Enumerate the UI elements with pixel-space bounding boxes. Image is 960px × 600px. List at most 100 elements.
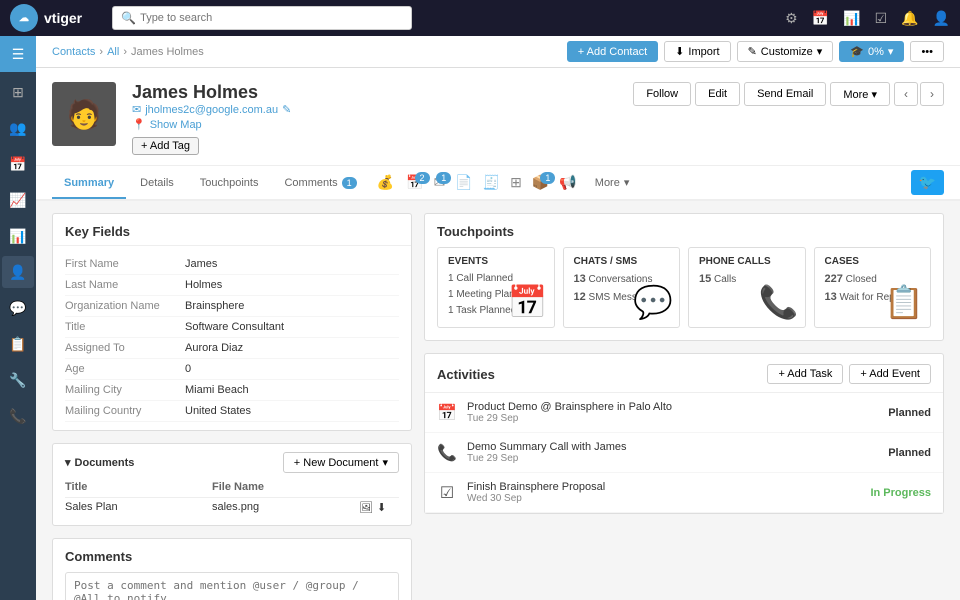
tp-chats-title: CHATS / SMS	[574, 256, 670, 267]
nav-arrows: ‹ ›	[894, 82, 944, 106]
twitter-button[interactable]: 🐦	[911, 170, 944, 195]
breadcrumb-all[interactable]: All	[107, 46, 119, 58]
dollar-icon[interactable]: 💰	[371, 166, 400, 199]
follow-button[interactable]: Follow	[633, 82, 691, 106]
sidebar-item-dashboard[interactable]: ⊞	[2, 76, 34, 108]
tp-cases-bg-icon: 📋	[884, 283, 924, 321]
field-label-firstname: First Name	[65, 258, 185, 270]
contact-action-buttons: Follow Edit Send Email More ▾ ‹ ›	[633, 82, 944, 106]
sidebar-item-reports[interactable]: 📊	[2, 220, 34, 252]
more-button[interactable]: More ▾	[830, 82, 890, 106]
document-tab-icon[interactable]: 📄	[451, 166, 476, 199]
prev-contact-button[interactable]: ‹	[894, 82, 918, 106]
add-tag-button[interactable]: + Add Tag	[132, 137, 199, 155]
calendar-tab-icon[interactable]: 📅 2	[402, 166, 427, 199]
app-logo: ☁ vtiger	[10, 4, 82, 32]
sidebar-item-home[interactable]: ☰	[0, 36, 36, 72]
edit-email-icon[interactable]: ✎	[282, 103, 291, 116]
tab-more[interactable]: More ▾	[583, 168, 642, 199]
contact-name: James Holmes	[132, 82, 617, 103]
contact-map-link[interactable]: 📍 Show Map	[132, 118, 617, 131]
add-contact-button[interactable]: + Add Contact	[567, 41, 658, 62]
contact-header: 🧑 James Holmes ✉ jholmes2c@google.com.au…	[36, 68, 960, 166]
more-dots-button[interactable]: •••	[910, 41, 944, 62]
field-label-title: Title	[65, 321, 185, 333]
top-navigation: ☁ vtiger 🔍 ⚙ 📅 📊 ☑ 🔔 👤	[0, 0, 960, 36]
tab-touchpoints[interactable]: Touchpoints	[188, 169, 271, 199]
field-assigned: Assigned To Aurora Diaz	[65, 338, 399, 359]
comments-section: Comments 📎 Attach Files 0 Post	[53, 539, 411, 600]
tab-details-label: Details	[140, 177, 174, 189]
next-contact-button[interactable]: ›	[920, 82, 944, 106]
sidebar-item-activities[interactable]: 📅	[2, 148, 34, 180]
sidebar-item-tools[interactable]: 🔧	[2, 364, 34, 396]
documents-title: Documents	[75, 457, 135, 469]
contact-info: James Holmes ✉ jholmes2c@google.com.au ✎…	[132, 82, 617, 155]
sidebar-item-chat[interactable]: 💬	[2, 292, 34, 324]
tab-details[interactable]: Details	[128, 169, 186, 199]
invoice-tab-icon[interactable]: 🧾	[479, 166, 504, 199]
documents-panel: ▾ Documents + New Document ▾ Title File …	[52, 443, 412, 526]
notifications-icon[interactable]: 🔔	[901, 10, 918, 27]
field-label-lastname: Last Name	[65, 279, 185, 291]
activity-info-3: Finish Brainsphere Proposal Wed 30 Sep	[467, 481, 860, 504]
activity-row-3: ☑ Finish Brainsphere Proposal Wed 30 Sep…	[425, 473, 943, 513]
sidebar-item-people[interactable]: 👤	[2, 256, 34, 288]
doc-download-icon[interactable]: ⬇	[377, 501, 386, 514]
add-event-button[interactable]: + Add Event	[849, 364, 931, 384]
sidebar-item-phone[interactable]: 📞	[2, 400, 34, 432]
customize-button[interactable]: ✎ Customize ▾	[737, 41, 834, 62]
field-value-firstname: James	[185, 258, 217, 270]
search-bar[interactable]: 🔍	[112, 6, 412, 30]
products-tab-icon[interactable]: 📦 1	[528, 166, 553, 199]
documents-toggle[interactable]: ▾ Documents	[65, 456, 134, 469]
calendar-icon[interactable]: 📅	[812, 10, 829, 27]
activities-title: Activities	[437, 367, 495, 382]
import-button[interactable]: ⬇ Import	[664, 41, 730, 62]
breadcrumb-sep1: ›	[99, 46, 103, 58]
breadcrumb-contacts[interactable]: Contacts	[52, 46, 95, 58]
doc-col-title-header: Title	[65, 481, 212, 493]
activity-status-1: Planned	[888, 407, 931, 419]
grid-tab-icon[interactable]: ⊞	[506, 166, 526, 199]
email-icon: ✉	[132, 103, 141, 116]
tab-comments[interactable]: Comments 1	[272, 169, 368, 199]
megaphone-tab-icon[interactable]: 📢	[555, 166, 580, 199]
new-doc-label: + New Document	[294, 457, 379, 469]
chevron-down-docs-icon: ▾	[65, 456, 71, 469]
send-email-button[interactable]: Send Email	[744, 82, 826, 106]
tp-events-bg-icon: 📅	[508, 283, 548, 321]
field-lastname: Last Name Holmes	[65, 275, 399, 296]
field-value-org: Brainsphere	[185, 300, 244, 312]
percentage-button[interactable]: 🎓 0% ▾	[839, 41, 904, 62]
activity-info-2: Demo Summary Call with James Tue 29 Sep	[467, 441, 878, 464]
field-country: Mailing Country United States	[65, 401, 399, 422]
email-value[interactable]: jholmes2c@google.com.au	[145, 104, 278, 116]
show-map-label: Show Map	[150, 119, 202, 131]
search-input[interactable]	[140, 12, 403, 24]
new-document-button[interactable]: + New Document ▾	[283, 452, 399, 473]
touchpoints-panel: Touchpoints EVENTS 1 Call Planned 1 Meet…	[424, 213, 944, 341]
settings-icon[interactable]: ⚙	[785, 10, 798, 27]
field-title: Title Software Consultant	[65, 317, 399, 338]
comment-textarea[interactable]	[65, 572, 399, 600]
profile-icon[interactable]: 👤	[933, 10, 950, 27]
chart-icon[interactable]: 📊	[843, 10, 860, 27]
add-task-button[interactable]: + Add Task	[767, 364, 843, 384]
right-column: Touchpoints EVENTS 1 Call Planned 1 Meet…	[424, 213, 944, 600]
tasks-icon[interactable]: ☑	[875, 10, 888, 27]
doc-image-icon[interactable]: 🖼	[359, 501, 373, 514]
percentage-value: 0%	[868, 46, 884, 58]
sidebar-item-analytics[interactable]: 📈	[2, 184, 34, 216]
edit-button[interactable]: Edit	[695, 82, 740, 106]
tp-chats-bg-icon: 💬	[633, 283, 673, 321]
tab-summary[interactable]: Summary	[52, 169, 126, 199]
sidebar-item-contacts[interactable]: 👥	[2, 112, 34, 144]
activity-name-2: Demo Summary Call with James	[467, 441, 878, 453]
email-tab-icon[interactable]: ✉ 1	[430, 166, 450, 199]
activity-row-2: 📞 Demo Summary Call with James Tue 29 Se…	[425, 433, 943, 473]
import-icon: ⬇	[675, 45, 684, 58]
activity-date-2: Tue 29 Sep	[467, 453, 878, 464]
field-value-assigned: Aurora Diaz	[185, 342, 243, 354]
sidebar-item-cases[interactable]: 📋	[2, 328, 34, 360]
